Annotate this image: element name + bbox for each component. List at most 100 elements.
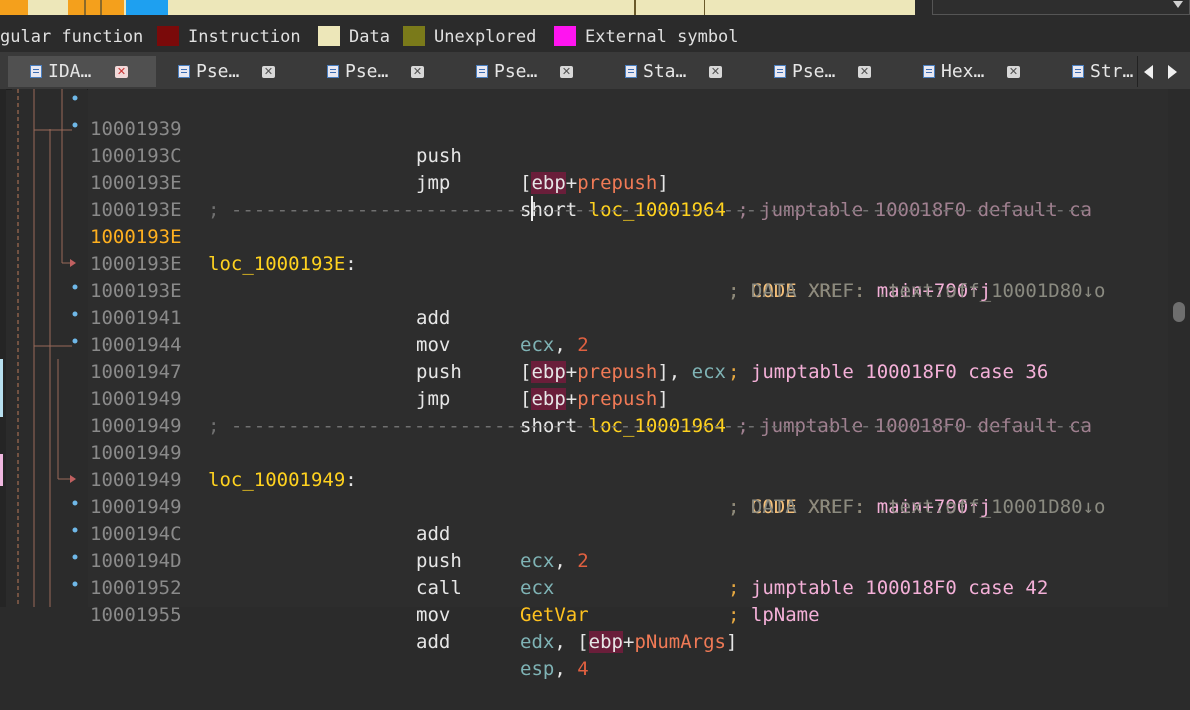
- nav-segment-functions: [0, 0, 28, 15]
- comment: ; lpName: [728, 604, 820, 626]
- disassembly-listing[interactable]: 10001939 push [ebp+prepush] 1000193C jmp…: [88, 89, 1168, 680]
- arrow-left-icon: [1144, 65, 1153, 79]
- code-line[interactable]: 10001949: [88, 386, 1168, 437]
- tab-label: Str…: [1090, 61, 1134, 82]
- pseudocode-icon: [178, 65, 190, 78]
- legend-unexplored: Unexplored: [434, 27, 537, 47]
- mnemonic[interactable]: mov: [416, 602, 450, 629]
- strings-view-icon: [1072, 65, 1084, 78]
- operand[interactable]: GetVar: [520, 602, 589, 629]
- tab-label: Pse…: [792, 61, 836, 82]
- code-line[interactable]: 10001949 ; DATA XREF: .text:off_10001D80…: [88, 440, 1168, 518]
- color-legend: gular function Instruction Data Unexplor…: [0, 22, 1190, 52]
- navigation-band[interactable]: [0, 0, 1190, 22]
- code-line[interactable]: 10001944 push [ebp+prepush]: [88, 305, 1168, 410]
- close-icon[interactable]: ✕: [262, 66, 275, 78]
- tab-label: Pse…: [494, 61, 538, 82]
- close-icon[interactable]: ✕: [115, 66, 128, 78]
- pseudocode-icon: [774, 65, 786, 78]
- tab-label: IDA…: [48, 61, 92, 82]
- code-line[interactable]: 10001955 add esp, 4: [88, 575, 1168, 680]
- address: 10001955: [90, 604, 182, 626]
- pseudocode-icon: [327, 65, 339, 78]
- legend-unexplored-swatch: [403, 26, 425, 46]
- hex-view-icon: [923, 65, 935, 78]
- navigation-strip[interactable]: [0, 0, 915, 15]
- dock-tab-marker[interactable]: [0, 454, 3, 486]
- bullet-icon: [72, 500, 78, 506]
- close-icon[interactable]: ✕: [560, 66, 573, 78]
- tab-bar: IDA… ✕ Pse… ✕ Pse… ✕ Pse… ✕ Sta… ✕ Pse… …: [0, 52, 1190, 90]
- legend-data: Data: [349, 27, 390, 47]
- arrow-head-icon: [70, 475, 76, 483]
- text-cursor: [531, 196, 533, 221]
- tab-stack-view[interactable]: Sta… ✕: [607, 56, 752, 87]
- code-line[interactable]: 10001949 loc_10001949: ; CODE XREF: main…: [88, 413, 1168, 518]
- function-name: GetVar: [520, 604, 589, 626]
- tab-label: Pse…: [345, 61, 389, 82]
- nav-tick: [100, 0, 102, 15]
- code-line-selected[interactable]: 1000193E loc_1000193E: ; CODE XREF: main…: [88, 197, 1168, 302]
- arrows-gutter: [12, 89, 87, 607]
- tab-pseudocode-c[interactable]: Pse… ✕: [458, 56, 603, 87]
- nav-position-marker: [634, 0, 636, 15]
- nav-tick: [704, 0, 705, 15]
- code-line[interactable]: 1000193E add ecx, 2 ; jumptable 100018F0…: [88, 251, 1168, 383]
- dock-tab-marker[interactable]: [0, 359, 3, 417]
- tab-scroll-left-button[interactable]: [1137, 56, 1158, 87]
- tab-ida-view[interactable]: IDA… ✕: [8, 56, 156, 87]
- legend-regular-function: gular function: [0, 27, 144, 47]
- left-dock-strip: [0, 89, 6, 607]
- bullet-icon: [72, 311, 78, 317]
- close-icon[interactable]: ✕: [411, 66, 424, 78]
- tab-hex-view[interactable]: Hex… ✕: [905, 56, 1050, 87]
- arrow-right-icon: [1168, 65, 1177, 79]
- legend-instruction-swatch: [157, 26, 179, 46]
- bullet-icon: [72, 554, 78, 560]
- code-line[interactable]: 10001949 ; -----------------------------…: [88, 359, 1168, 437]
- nav-tick: [84, 0, 86, 15]
- nav-segment-library: [126, 0, 168, 15]
- tab-pseudocode-b[interactable]: Pse… ✕: [309, 56, 454, 87]
- vertical-scrollbar[interactable]: [1168, 89, 1190, 607]
- chevron-down-icon[interactable]: [1173, 1, 1183, 8]
- code-line[interactable]: 1000193E: [88, 170, 1168, 221]
- pseudocode-icon: [476, 65, 488, 78]
- nav-segment-functions-2: [68, 0, 124, 15]
- tab-pseudocode-a[interactable]: Pse… ✕: [160, 56, 305, 87]
- code-line[interactable]: 10001947 jmp short loc_10001964 ; jumpta…: [88, 332, 1168, 437]
- code-line[interactable]: 1000193C jmp short loc_10001964 ; jumpta…: [88, 116, 1168, 221]
- operand[interactable]: edx, [ebp+pNumArgs]: [520, 629, 737, 656]
- code-line[interactable]: 1000194C push ecx ; lpName: [88, 494, 1168, 626]
- tab-label: Hex…: [941, 61, 985, 82]
- code-line[interactable]: 1000193E ; DATA XREF: .text:off_10001D80…: [88, 224, 1168, 302]
- bullet-icon: [72, 284, 78, 290]
- tab-scroll-right-button[interactable]: [1162, 56, 1182, 87]
- bullet-icon: [72, 122, 78, 128]
- tab-label: Pse…: [196, 61, 240, 82]
- navigation-dropdown[interactable]: [932, 0, 1190, 15]
- tab-strings-view[interactable]: Str…: [1054, 56, 1136, 87]
- code-line[interactable]: 1000194D call GetVar: [88, 521, 1168, 626]
- code-line[interactable]: 10001952 mov edx, [ebp+pNumArgs]: [88, 548, 1168, 653]
- mnemonic[interactable]: add: [416, 629, 450, 656]
- legend-external-symbol: External symbol: [585, 27, 739, 47]
- jump-arrows: [17, 89, 78, 607]
- legend-external-swatch: [554, 26, 576, 46]
- code-line[interactable]: 10001939 push [ebp+prepush]: [88, 89, 1168, 194]
- scrollbar-thumb[interactable]: [1173, 302, 1185, 322]
- close-icon[interactable]: ✕: [1007, 66, 1020, 78]
- operand[interactable]: esp, 4: [520, 656, 589, 683]
- close-icon[interactable]: ✕: [709, 66, 722, 78]
- code-line[interactable]: 10001949 add ecx, 2 ; jumptable 100018F0…: [88, 467, 1168, 599]
- close-icon[interactable]: ✕: [858, 66, 871, 78]
- bullet-icon: [72, 338, 78, 344]
- code-line[interactable]: 10001941 mov [ebp+prepush], ecx: [88, 278, 1168, 383]
- legend-instruction: Instruction: [188, 27, 301, 47]
- tab-label: Sta…: [643, 61, 687, 82]
- bullet-icon: [72, 527, 78, 533]
- tab-pseudocode-d[interactable]: Pse… ✕: [756, 56, 901, 87]
- legend-data-swatch: [318, 26, 340, 46]
- code-line[interactable]: 1000193E ; -----------------------------…: [88, 143, 1168, 221]
- bullet-icon: [72, 95, 78, 101]
